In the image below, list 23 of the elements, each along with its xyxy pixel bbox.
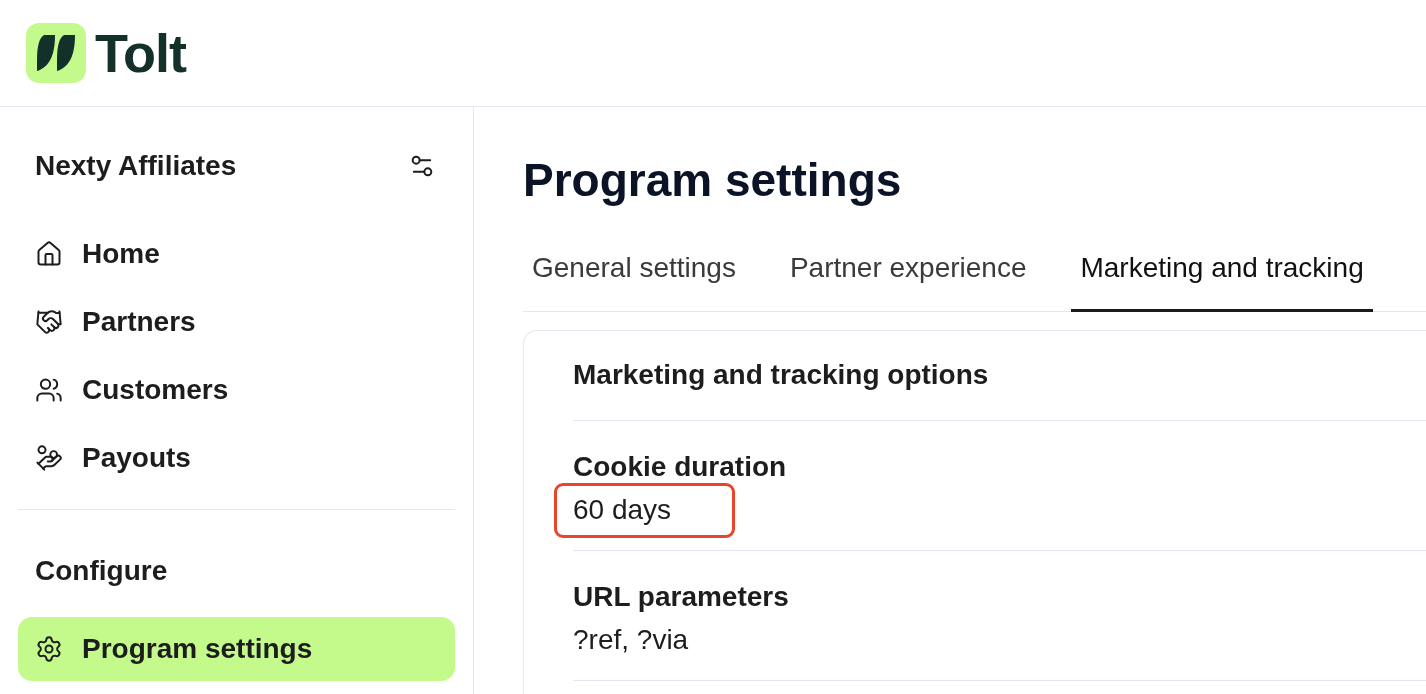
setting-value: ?ref, ?via (573, 624, 689, 656)
nav-item[interactable]: Partners (18, 290, 455, 354)
nav-item[interactable]: Program settings (18, 617, 455, 681)
nav-item[interactable]: Customers (18, 358, 455, 422)
hand-coins-icon (35, 444, 63, 472)
logo-icon (26, 23, 86, 83)
house-icon (35, 240, 63, 268)
section-heading: Configure (34, 555, 169, 587)
logo-text: Tolt (95, 26, 186, 80)
gear-icon (35, 635, 63, 663)
tab[interactable]: Partner experience (780, 236, 1036, 312)
tab[interactable]: General settings (523, 236, 745, 312)
setting-value: 60 days (573, 494, 672, 526)
setting-label: Cookie duration (573, 451, 788, 483)
users-icon (35, 376, 63, 404)
nav-item[interactable]: Payouts (18, 426, 455, 490)
setting-label: URL parameters (573, 581, 790, 613)
tab[interactable]: Marketing and tracking (1071, 236, 1373, 312)
page-title: Program settings (523, 153, 903, 208)
nav-item[interactable]: Home (18, 222, 455, 286)
handshake-icon (35, 308, 63, 336)
workspace-name: Nexty Affiliates (35, 150, 237, 182)
card-title: Marketing and tracking options (573, 359, 990, 391)
